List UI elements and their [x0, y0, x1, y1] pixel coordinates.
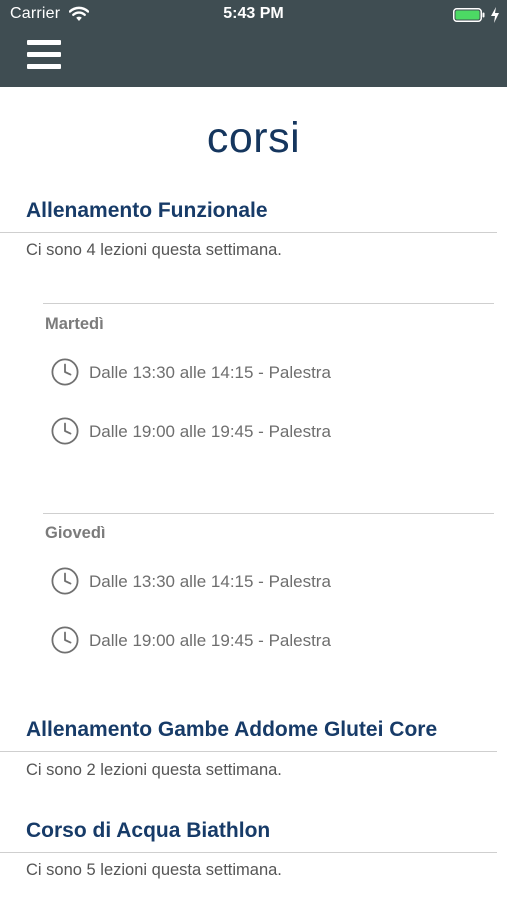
- status-bar: Carrier 5:43 PM: [0, 0, 507, 30]
- day-divider: [43, 303, 494, 304]
- battery-icon: [453, 8, 485, 22]
- clock-icon: [51, 567, 79, 595]
- status-time: 5:43 PM: [223, 5, 284, 22]
- course-title[interactable]: Corso di Acqua Biathlon: [26, 819, 270, 843]
- day-divider: [43, 513, 494, 514]
- page-title: corsi: [206, 114, 301, 162]
- lesson-item: Dalle 13:30 alle 14:15 - Palestra: [50, 357, 490, 389]
- clock-icon: [51, 626, 79, 654]
- clock-icon: [51, 358, 79, 386]
- lesson-item: Dalle 13:30 alle 14:15 - Palestra: [50, 566, 490, 598]
- course-title[interactable]: Allenamento Funzionale: [26, 199, 268, 223]
- course-divider: [0, 751, 497, 752]
- course-divider: [0, 232, 497, 233]
- course-lesson-count: Ci sono 4 lezioni questa settimana.: [26, 241, 282, 259]
- course-divider: [0, 852, 497, 853]
- lesson-item: Dalle 19:00 alle 19:45 - Palestra: [50, 416, 490, 448]
- top-bar: Carrier 5:43 PM: [0, 0, 507, 87]
- charging-bolt-icon: [491, 7, 499, 23]
- day-label: Giovedì: [45, 524, 106, 542]
- clock-icon: [51, 417, 79, 445]
- lesson-item: Dalle 19:00 alle 19:45 - Palestra: [50, 625, 490, 657]
- lesson-time: Dalle 19:00 alle 19:45 - Palestra: [89, 422, 331, 441]
- course-lesson-count: Ci sono 5 lezioni questa settimana.: [26, 861, 282, 879]
- lesson-time: Dalle 13:30 alle 14:15 - Palestra: [89, 363, 331, 382]
- hamburger-menu-icon[interactable]: [27, 40, 61, 70]
- lesson-time: Dalle 19:00 alle 19:45 - Palestra: [89, 631, 331, 650]
- day-label: Martedì: [45, 315, 104, 333]
- lesson-time: Dalle 13:30 alle 14:15 - Palestra: [89, 572, 331, 591]
- course-title[interactable]: Allenamento Gambe Addome Glutei Core: [26, 718, 437, 742]
- course-lesson-count: Ci sono 2 lezioni questa settimana.: [26, 761, 282, 779]
